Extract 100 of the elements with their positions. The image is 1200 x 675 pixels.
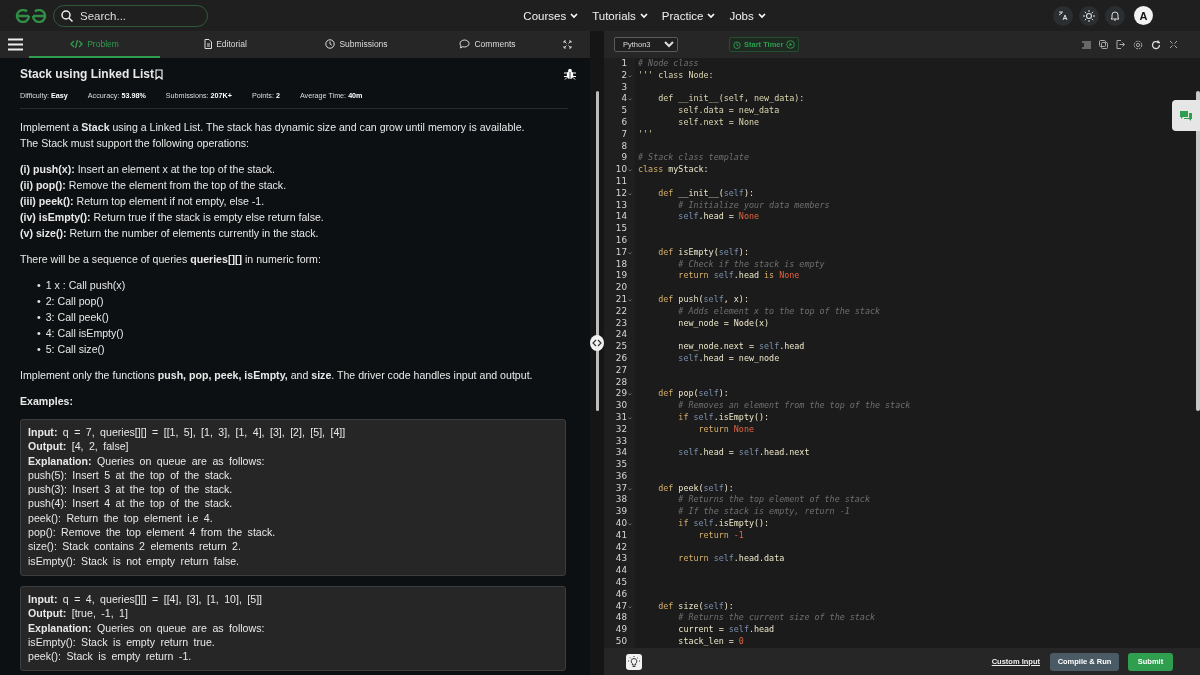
- scrollbar[interactable]: [1196, 91, 1200, 411]
- line-number: 32: [615, 423, 627, 436]
- line-number: 26: [615, 352, 627, 365]
- line-number: 46: [615, 588, 627, 601]
- example-text: pop(): Remove the top element 4 from the stack.: [28, 525, 277, 540]
- hint-button[interactable]: [626, 653, 642, 670]
- expand-icon[interactable]: [1169, 40, 1178, 49]
- code-line: # Returns the top element of the stack: [677, 494, 870, 507]
- line-number: 45: [615, 577, 627, 589]
- code-line: # Returns the current size of the stack: [677, 612, 875, 625]
- line-number: 38: [615, 494, 627, 507]
- line-number: 21: [615, 293, 627, 306]
- line-number: 41: [615, 529, 627, 542]
- document-icon: [204, 38, 213, 49]
- theme-toggle-button[interactable]: [1079, 5, 1099, 26]
- menu-button[interactable]: [8, 38, 26, 51]
- list-bullet: •: [37, 310, 41, 325]
- chevron-down-icon: [707, 12, 716, 19]
- description-text: (iv) isEmpty(): Return true if the stack is empty else return false.: [20, 210, 325, 225]
- logo-icon[interactable]: [15, 8, 47, 23]
- line-number: 18: [615, 258, 627, 271]
- chat-icon: [1179, 109, 1193, 122]
- example-text: Input: q = 4, queries[][] = [[4], [3], [1, 10], [5]]: [28, 591, 264, 607]
- nav-menu-item[interactable]: Jobs: [729, 9, 766, 22]
- tab[interactable]: Submissions: [291, 31, 422, 58]
- description-text: Implement a Stack using a Linked List. The stack has dynamic size and can grow until memory is available.: [20, 120, 526, 135]
- search-field[interactable]: Search...: [53, 4, 208, 27]
- code-line: # Node class: [638, 58, 699, 70]
- example-text: Explanation: Queries on queue are as follows:: [28, 453, 266, 468]
- description-text: There will be a sequence of queries queries[][] in numeric form:: [20, 252, 322, 267]
- query-list-item: 1 x : Call push(x): [45, 278, 126, 293]
- description-text: (v) size(): Return the number of elements currently in the stack.: [20, 226, 320, 241]
- line-number: 4: [621, 93, 627, 106]
- import-icon[interactable]: [1116, 40, 1125, 49]
- bell-icon: [1110, 10, 1120, 21]
- format-icon[interactable]: [1082, 40, 1091, 49]
- line-number: 20: [615, 282, 627, 294]
- settings-icon[interactable]: [1133, 39, 1143, 50]
- example-text: isEmpty(): Stack is not empty return false.: [28, 553, 241, 568]
- line-number: 24: [615, 329, 627, 342]
- line-number: 19: [615, 270, 627, 283]
- line-number: 7: [621, 128, 627, 141]
- code-line: def peek(self):: [657, 482, 734, 495]
- bug-icon[interactable]: [564, 68, 576, 80]
- line-number: 25: [615, 341, 627, 353]
- comment-icon: [459, 38, 471, 49]
- line-number: 8: [621, 140, 627, 153]
- copy-icon[interactable]: [1099, 40, 1108, 49]
- bookmark-icon[interactable]: [155, 68, 164, 80]
- line-number: 33: [615, 435, 627, 448]
- line-number: 42: [615, 541, 627, 554]
- line-number: 49: [615, 624, 627, 637]
- code-line: ''' class Node:: [638, 69, 714, 82]
- query-list-item: 5: Call size(): [45, 342, 105, 357]
- tab[interactable]: Comments: [422, 31, 553, 58]
- tab[interactable]: Problem: [29, 31, 160, 58]
- line-number: 2: [621, 69, 627, 82]
- line-number: 6: [621, 117, 627, 129]
- scrollbar[interactable]: [596, 91, 599, 411]
- line-number: 9: [621, 152, 627, 165]
- line-number: 37: [615, 482, 627, 495]
- code-line: # Removes an element from the top of the stack: [677, 400, 911, 412]
- line-number: 22: [615, 305, 627, 318]
- section-heading: Examples:: [20, 394, 74, 409]
- code-line: if self.isEmpty():: [677, 518, 770, 530]
- code-line: ''': [638, 128, 654, 141]
- line-number: 12: [615, 187, 627, 200]
- example-text: Output: [4, 2, false]: [28, 439, 130, 454]
- expand-icon[interactable]: [563, 40, 572, 49]
- tab[interactable]: Editorial: [160, 31, 291, 58]
- nav-menu-item[interactable]: Tutorials: [592, 9, 648, 22]
- code-line: def push(self, x):: [657, 293, 749, 306]
- code-line: stack_len = 0: [677, 636, 744, 648]
- example-text: peek(): Stack is empty return -1.: [28, 649, 193, 664]
- line-number: 15: [615, 223, 627, 235]
- list-bullet: •: [37, 342, 41, 357]
- notification-button[interactable]: [1105, 5, 1125, 26]
- line-number: 23: [615, 317, 627, 330]
- line-number: 34: [615, 447, 627, 460]
- code-line: def __init__(self, new_data):: [657, 93, 805, 106]
- line-number: 1: [621, 58, 627, 70]
- code-line: # Initialize your data members: [677, 199, 830, 212]
- nav-menu-item[interactable]: Courses: [523, 9, 579, 22]
- chevron-down-icon: [570, 12, 579, 19]
- nav-menu-item[interactable]: Practice: [661, 9, 716, 22]
- code-line: new_node = Node(x): [677, 317, 770, 330]
- code-line: new_node.next = self.head: [677, 341, 805, 353]
- line-number: 10: [615, 164, 627, 176]
- code-line: if self.isEmpty():: [677, 411, 770, 424]
- example-text: push(5): Insert 5 at the top of the stack.: [28, 467, 234, 483]
- resize-handle[interactable]: [590, 335, 604, 351]
- translate-button[interactable]: [1053, 5, 1073, 26]
- reset-icon[interactable]: [1151, 39, 1161, 50]
- line-number: 14: [615, 211, 627, 224]
- user-avatar[interactable]: A: [1134, 6, 1153, 25]
- resize-icon: [592, 339, 602, 347]
- chat-button[interactable]: [1172, 100, 1200, 131]
- chevron-down-icon: [639, 12, 648, 19]
- line-number: 13: [615, 199, 627, 212]
- description-text: Implement only the functions push, pop, peek, isEmpty, and size. The driver code handles input and output.: [20, 368, 534, 383]
